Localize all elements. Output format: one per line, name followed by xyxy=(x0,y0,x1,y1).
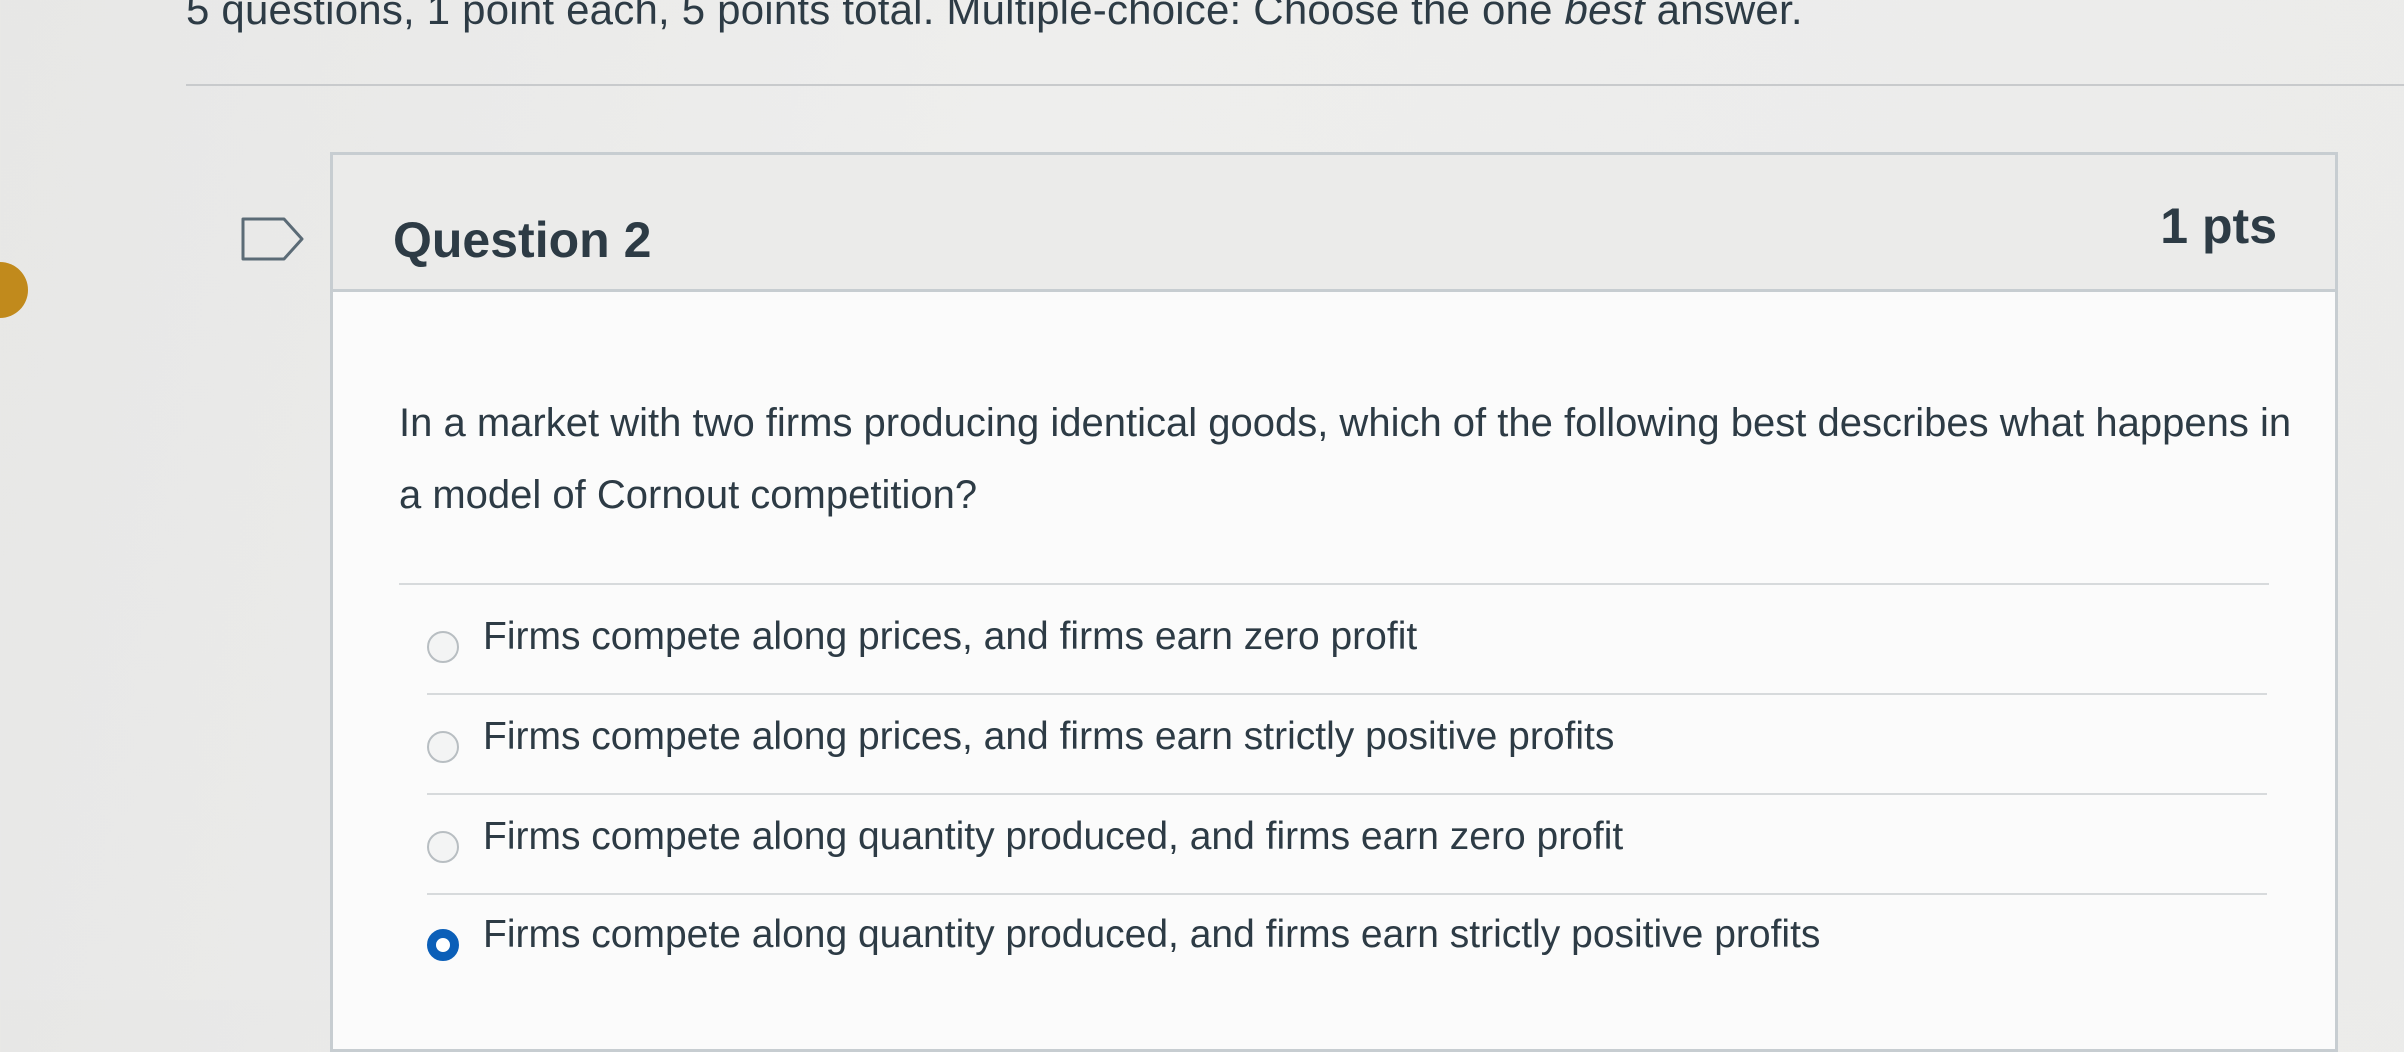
question-divider xyxy=(399,583,2269,585)
radio-button[interactable] xyxy=(427,631,459,663)
answer-label[interactable]: Firms compete along prices, and firms ea… xyxy=(483,615,1417,659)
answer-option-1[interactable]: Firms compete along prices, and firms ea… xyxy=(427,595,2267,695)
question-text: In a market with two firms producing ide… xyxy=(399,401,2292,517)
question-card: Question 2 1 pts In a market with two fi… xyxy=(330,152,2338,1052)
instructions-text-after: answer. xyxy=(1644,0,1803,33)
instructions-emphasis: best xyxy=(1564,0,1645,33)
question-header: Question 2 1 pts xyxy=(333,155,2335,292)
answer-label[interactable]: Firms compete along quantity produced, a… xyxy=(483,913,1820,957)
answer-label[interactable]: Firms compete along quantity produced, a… xyxy=(483,815,1623,859)
answer-option-3[interactable]: Firms compete along quantity produced, a… xyxy=(427,795,2267,895)
question-points: 1 pts xyxy=(2160,198,2277,254)
answer-option-4[interactable]: Firms compete along quantity produced, a… xyxy=(427,893,2267,991)
radio-button-selected[interactable] xyxy=(427,929,459,961)
radio-button[interactable] xyxy=(427,831,459,863)
question-title: Question 2 xyxy=(393,212,652,268)
radio-button[interactable] xyxy=(427,731,459,763)
answer-label[interactable]: Firms compete along prices, and firms ea… xyxy=(483,715,1614,759)
side-badge xyxy=(0,262,28,318)
flag-question-icon[interactable] xyxy=(240,216,306,262)
quiz-instructions: 5 questions, 1 point each, 5 points tota… xyxy=(186,0,1803,34)
instructions-text-before: 5 questions, 1 point each, 5 points tota… xyxy=(186,0,1565,33)
answer-option-2[interactable]: Firms compete along prices, and firms ea… xyxy=(427,695,2267,795)
instructions-divider xyxy=(186,84,2404,86)
